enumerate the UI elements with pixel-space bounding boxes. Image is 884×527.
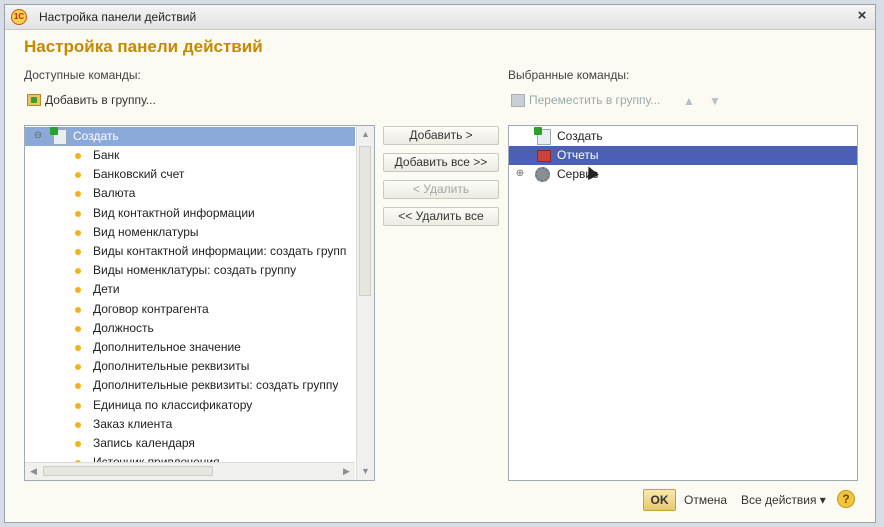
command-item[interactable]: Должность xyxy=(25,319,355,338)
bullet-icon xyxy=(75,268,81,275)
command-item-label: Дополнительные реквизиты: создать группу xyxy=(93,378,339,393)
move-down-icon[interactable]: ▼ xyxy=(708,94,722,108)
tree-group-label: Создать xyxy=(73,129,119,143)
command-item[interactable]: Виды номенклатуры: создать группу xyxy=(25,261,355,280)
cancel-button[interactable]: Отмена xyxy=(684,493,727,507)
horizontal-scrollbar[interactable]: ◀ ▶ xyxy=(25,462,355,480)
bullet-icon xyxy=(75,172,81,179)
command-item-label: Дополнительное значение xyxy=(93,340,241,354)
available-commands-tree[interactable]: ⊖ Создать Банк Банковский счет Валюта Вид к… xyxy=(24,125,375,481)
bullet-icon xyxy=(75,402,81,409)
bullet-icon xyxy=(75,306,81,313)
command-item[interactable]: Дополнительные реквизиты: создать группу xyxy=(25,376,355,395)
command-item-label: Заказ клиента xyxy=(93,416,173,431)
collapse-icon[interactable]: ⊖ xyxy=(33,131,43,141)
command-item-label: Запись календаря xyxy=(93,436,195,450)
command-item[interactable]: Заказ клиента xyxy=(25,415,355,434)
selected-item-create[interactable]: Создать xyxy=(509,127,857,146)
bullet-icon xyxy=(75,191,81,198)
help-icon[interactable]: ? xyxy=(837,490,855,508)
command-item-label: Дополнительные реквизиты xyxy=(93,359,250,374)
bullet-icon xyxy=(75,229,81,236)
command-item-label: Единица по классификатору xyxy=(93,397,253,412)
all-actions-menu[interactable]: Все действия ▾ xyxy=(741,493,826,507)
bullet-icon xyxy=(75,287,81,294)
command-item-label: Виды контактной информации: создать груп… xyxy=(93,244,347,258)
command-item[interactable]: Банк xyxy=(25,146,355,165)
scroll-left-icon[interactable]: ◀ xyxy=(25,463,42,480)
bullet-icon xyxy=(75,383,81,390)
create-icon xyxy=(50,127,67,145)
selected-commands-tree[interactable]: Создать Отчеты ⊕ Сервис xyxy=(508,125,858,481)
command-item-label: Валюта xyxy=(93,186,136,201)
move-to-group-icon xyxy=(511,93,525,107)
gear-icon xyxy=(535,167,550,182)
bullet-icon xyxy=(75,345,81,351)
add-button[interactable]: Добавить > xyxy=(383,126,499,145)
bullet-icon xyxy=(75,153,81,159)
tree-group-create[interactable]: ⊖ Создать xyxy=(25,127,355,146)
ok-button[interactable]: OK xyxy=(643,489,676,511)
bullet-icon xyxy=(75,364,81,371)
command-item[interactable]: Дополнительное значение xyxy=(25,338,355,357)
bullet-icon xyxy=(75,421,81,428)
add-to-group-button[interactable]: Добавить в группу... xyxy=(27,93,156,107)
command-item-label: Договор контрагента xyxy=(93,301,209,316)
scroll-up-icon[interactable]: ▲ xyxy=(357,126,374,143)
selected-item-label: Создать xyxy=(557,129,603,143)
dialog-heading: Настройка панели действий xyxy=(24,37,263,56)
reports-icon xyxy=(537,150,551,162)
title-bar: 1C Настройка панели действий × xyxy=(5,5,875,30)
vertical-scrollbar[interactable]: ▲ ▼ xyxy=(356,126,374,480)
selected-item-reports[interactable]: Отчеты xyxy=(509,146,857,165)
available-commands-label: Доступные команды: xyxy=(24,68,141,82)
remove-button[interactable]: < Удалить xyxy=(383,180,499,199)
command-item-label: Банковский счет xyxy=(93,167,185,182)
command-item[interactable]: Виды контактной информации: создать груп… xyxy=(25,242,355,261)
add-to-group-label: Добавить в группу... xyxy=(45,93,156,107)
move-up-icon[interactable]: ▲ xyxy=(682,94,696,108)
expand-icon[interactable]: ⊕ xyxy=(515,169,525,179)
command-item-label: Дети xyxy=(93,282,120,297)
bullet-icon xyxy=(75,210,81,217)
selected-item-service[interactable]: ⊕ Сервис xyxy=(509,165,857,184)
command-item[interactable]: Дети xyxy=(25,280,355,299)
command-item[interactable]: Банковский счет xyxy=(25,165,355,184)
command-item[interactable]: Валюта xyxy=(25,184,355,203)
create-icon xyxy=(534,127,551,145)
command-item-label: Банк xyxy=(93,148,120,162)
settings-dialog: 1C Настройка панели действий × Настройка… xyxy=(4,4,876,523)
remove-all-button[interactable]: << Удалить все xyxy=(383,207,499,226)
bullet-icon xyxy=(75,441,81,447)
command-item-label: Вид номенклатуры xyxy=(93,224,199,239)
selected-item-label: Отчеты xyxy=(557,148,599,162)
command-item-label: Вид контактной информации xyxy=(93,205,255,220)
add-all-button[interactable]: Добавить все >> xyxy=(383,153,499,172)
command-item-label: Должность xyxy=(93,320,154,335)
command-item[interactable]: Дополнительные реквизиты xyxy=(25,357,355,376)
horizontal-scroll-thumb[interactable] xyxy=(43,466,213,476)
bullet-icon xyxy=(75,325,81,332)
close-button[interactable]: × xyxy=(853,7,871,25)
folder-add-icon xyxy=(27,94,41,106)
scroll-thumb[interactable] xyxy=(359,146,371,296)
move-to-group-button[interactable]: Переместить в группу... xyxy=(511,93,660,107)
command-item[interactable]: Запись календаря xyxy=(25,434,355,453)
scroll-down-icon[interactable]: ▼ xyxy=(357,463,374,480)
command-item[interactable]: Вид контактной информации xyxy=(25,204,355,223)
app-logo-icon: 1C xyxy=(11,9,27,25)
move-to-group-label: Переместить в группу... xyxy=(529,93,661,107)
command-item[interactable]: Договор контрагента xyxy=(25,300,355,319)
window-title: Настройка панели действий xyxy=(39,10,197,24)
command-item[interactable]: Вид номенклатуры xyxy=(25,223,355,242)
command-item[interactable]: Единица по классификатору xyxy=(25,396,355,415)
bullet-icon xyxy=(75,249,81,255)
selected-commands-label: Выбранные команды: xyxy=(508,68,630,82)
scroll-right-icon[interactable]: ▶ xyxy=(338,463,355,480)
command-item-label: Виды номенклатуры: создать группу xyxy=(93,263,297,278)
